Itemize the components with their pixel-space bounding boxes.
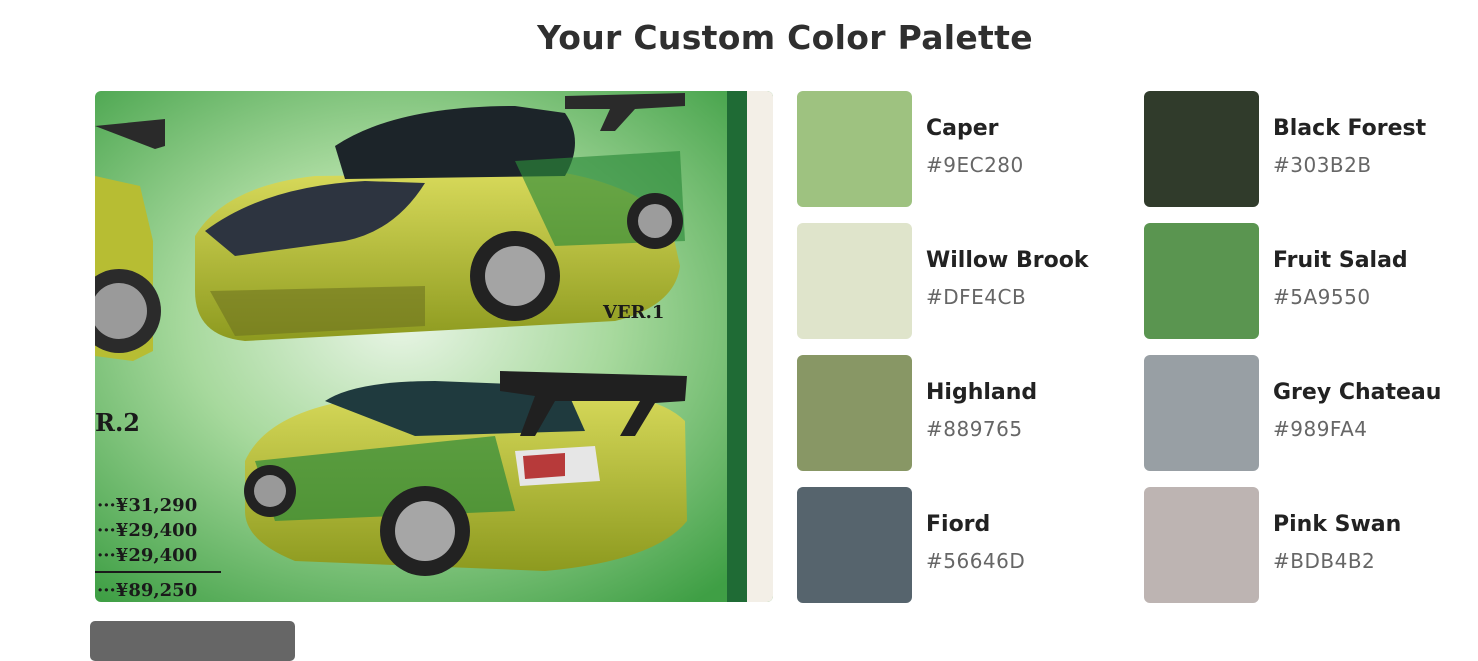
color-hex: #989FA4	[1273, 417, 1368, 441]
swatch-item-black-forest[interactable]: Black Forest #303B2B	[1144, 91, 1474, 207]
color-hex: #5A9550	[1273, 285, 1371, 309]
swatch-item-caper[interactable]: Caper #9EC280	[797, 91, 1127, 207]
color-swatch[interactable]	[797, 487, 912, 603]
color-hex: #303B2B	[1273, 153, 1372, 177]
color-swatch[interactable]	[797, 223, 912, 339]
swatch-item-highland[interactable]: Highland #889765	[797, 355, 1127, 471]
color-swatch[interactable]	[797, 355, 912, 471]
photo-price-total: ···¥89,250	[97, 580, 197, 601]
photo-price-3: ···¥29,400	[97, 545, 197, 566]
page-title: Your Custom Color Palette	[537, 18, 1033, 57]
color-name: Black Forest	[1273, 116, 1427, 141]
color-name: Fiord	[926, 512, 991, 537]
color-hex: #9EC280	[926, 153, 1024, 177]
color-swatch[interactable]	[1144, 223, 1259, 339]
color-swatch[interactable]	[797, 91, 912, 207]
photo-ver2-label: R.2	[95, 408, 140, 437]
color-hex: #BDB4B2	[1273, 549, 1376, 573]
color-hex: #889765	[926, 417, 1023, 441]
color-swatch[interactable]	[1144, 91, 1259, 207]
color-name: Willow Brook	[926, 248, 1089, 273]
photo-ver1-label: VER.1	[602, 302, 664, 323]
swatch-item-fiord[interactable]: Fiord #56646D	[797, 487, 1127, 603]
color-name: Highland	[926, 380, 1038, 405]
photo-price-1: ···¥31,290	[97, 495, 197, 516]
action-button[interactable]	[90, 621, 295, 661]
swatch-item-grey-chateau[interactable]: Grey Chateau #989FA4	[1144, 355, 1474, 471]
color-name: Pink Swan	[1273, 512, 1402, 537]
swatch-item-willow-brook[interactable]: Willow Brook #DFE4CB	[797, 223, 1127, 339]
color-hex: #DFE4CB	[926, 285, 1027, 309]
color-name: Caper	[926, 116, 999, 141]
swatch-item-fruit-salad[interactable]: Fruit Salad #5A9550	[1144, 223, 1474, 339]
swatch-item-pink-swan[interactable]: Pink Swan #BDB4B2	[1144, 487, 1474, 603]
source-photo: VER.1 R.2 ···¥31,290 ···¥29,400 ···¥29,4…	[95, 91, 773, 602]
color-hex: #56646D	[926, 549, 1026, 573]
color-swatch[interactable]	[1144, 487, 1259, 603]
color-swatch[interactable]	[1144, 355, 1259, 471]
photo-price-2: ···¥29,400	[97, 520, 197, 541]
color-name: Fruit Salad	[1273, 248, 1408, 273]
color-name: Grey Chateau	[1273, 380, 1442, 405]
